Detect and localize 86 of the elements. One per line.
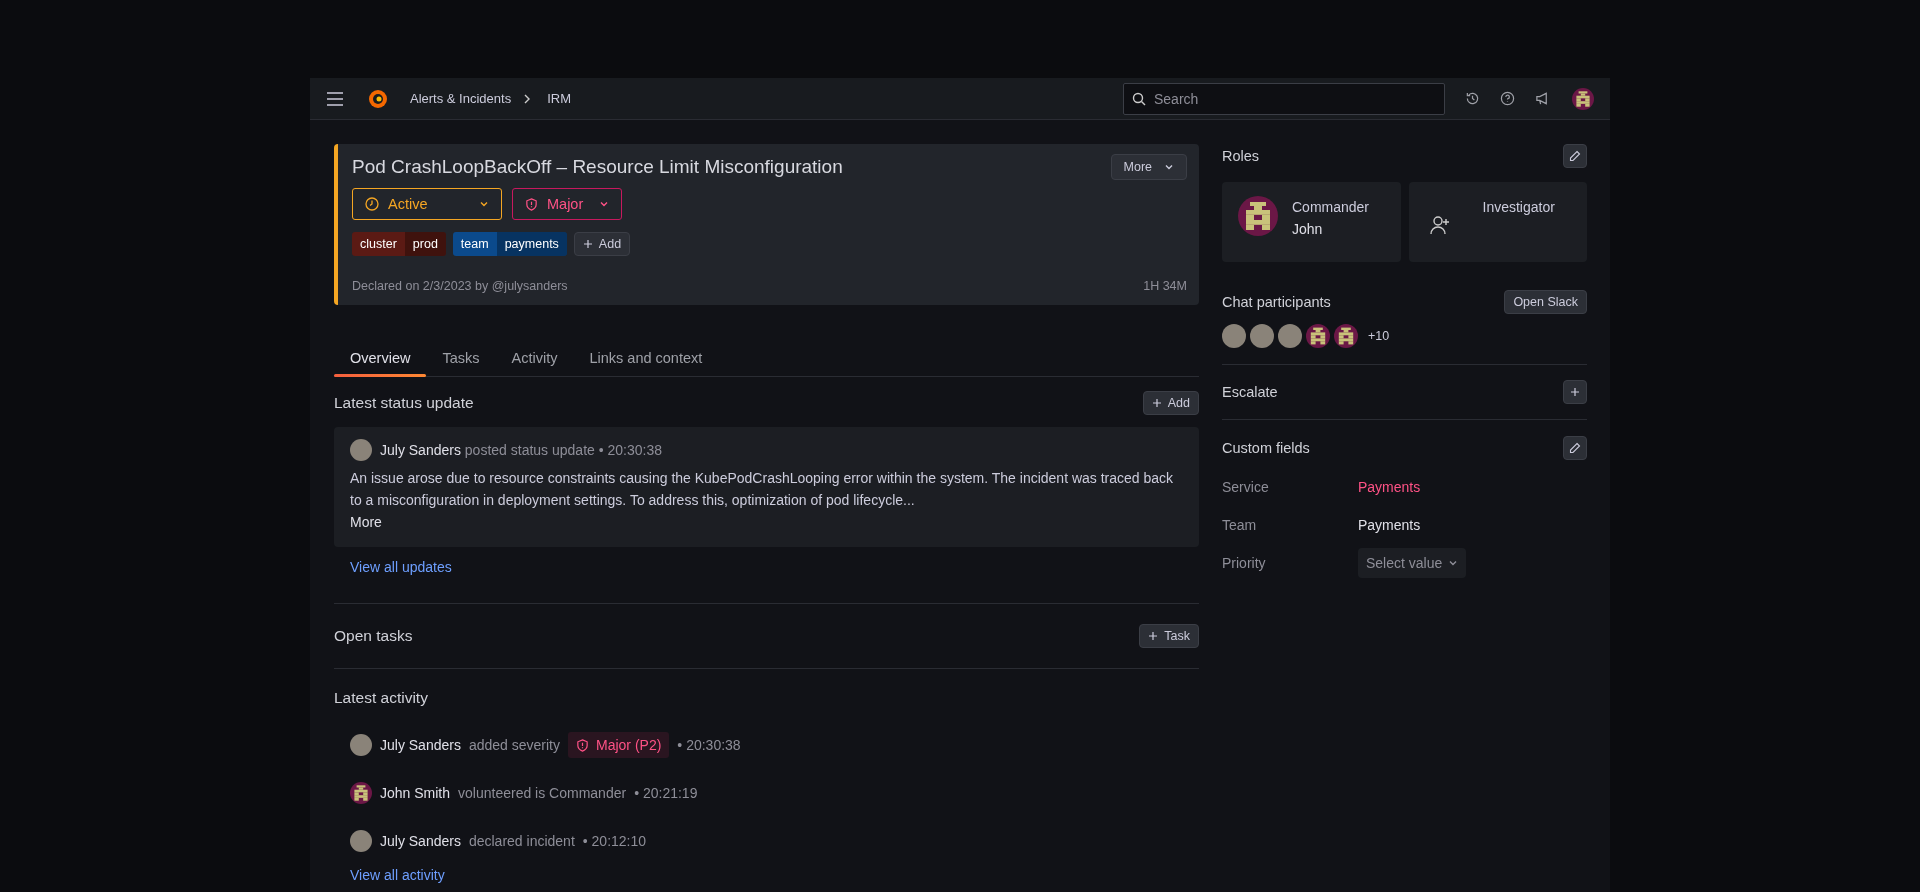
activity-author: July Sanders xyxy=(380,737,461,753)
edit-fields-button[interactable] xyxy=(1563,436,1587,460)
megaphone-icon[interactable] xyxy=(1535,91,1550,106)
breadcrumb-link[interactable]: IRM xyxy=(547,91,571,106)
label-tag: team payments xyxy=(452,232,567,256)
avatar-photo-placeholder xyxy=(350,830,372,852)
activity-author: July Sanders xyxy=(380,833,461,849)
shield-icon xyxy=(576,738,589,752)
open-slack-button[interactable]: Open Slack xyxy=(1504,290,1587,314)
chevron-right-icon xyxy=(523,93,532,104)
update-text: An issue arose due to resource constraints causing the KubePodCrashLooping error within the system. The incident was traced back to a misconfiguration in deployment settings. To address this, optimization of pod lifecycle... xyxy=(350,469,1175,510)
more-button[interactable]: More xyxy=(1110,154,1187,180)
section-heading: Latest activity xyxy=(334,689,428,706)
severity-dropdown[interactable]: Major xyxy=(512,188,622,220)
avatar-photo-placeholder xyxy=(350,439,372,461)
field-label: Service xyxy=(1222,479,1270,495)
plus-icon xyxy=(1148,631,1159,641)
status-dropdown[interactable]: Active xyxy=(352,188,502,220)
chevron-down-icon xyxy=(479,199,489,209)
tab[interactable]: Links and context xyxy=(573,339,719,376)
breadcrumb-link[interactable]: Alerts & Incidents xyxy=(410,91,512,106)
section-heading: Custom fields xyxy=(1222,440,1310,456)
chevron-down-icon xyxy=(1448,558,1459,568)
activity-action: declared incident xyxy=(468,833,575,849)
avatar-photo-placeholder xyxy=(350,734,372,756)
tab[interactable]: Tasks xyxy=(426,339,496,376)
chevron-down-icon xyxy=(1164,162,1174,172)
plus-icon xyxy=(1151,398,1162,408)
pencil-icon xyxy=(1569,442,1581,454)
avatar-photo-placeholder xyxy=(1278,324,1302,348)
more-link[interactable]: More xyxy=(350,511,382,533)
section-heading: Escalate xyxy=(1222,384,1278,400)
activity-time: • 20:12:10 xyxy=(582,833,647,849)
role-title: Commander xyxy=(1292,198,1370,216)
identicon-avatar-icon xyxy=(1306,324,1330,348)
activity-author: John Smith xyxy=(380,785,451,801)
view-all-activity-link[interactable]: View all activity xyxy=(350,867,445,883)
identicon-avatar-icon xyxy=(1238,196,1278,236)
history-icon[interactable] xyxy=(1465,91,1480,106)
view-all-updates-link[interactable]: View all updates xyxy=(350,559,452,575)
role-assignee: John xyxy=(1292,220,1324,238)
field-label: Team xyxy=(1222,517,1258,533)
field-link[interactable]: Payments xyxy=(1358,479,1587,495)
activity-action: added severity xyxy=(468,737,560,753)
chevron-down-icon xyxy=(599,199,609,209)
menu-icon[interactable] xyxy=(326,91,344,106)
activity-time: • 20:30:38 xyxy=(677,737,741,753)
edit-roles-button[interactable] xyxy=(1563,144,1587,168)
tab[interactable]: Activity xyxy=(495,339,574,376)
plus-icon xyxy=(582,239,593,249)
help-icon[interactable] xyxy=(1500,91,1515,106)
activity-time: • 20:21:19 xyxy=(634,785,698,801)
tab[interactable]: Overview xyxy=(334,339,427,376)
duration-text: 1H 34M xyxy=(1143,279,1187,293)
incident-title: Pod CrashLoopBackOff – Resource Limit Misconfiguration xyxy=(352,156,844,178)
section-heading: Latest status update xyxy=(334,394,474,412)
identicon-avatar-icon xyxy=(1334,324,1358,348)
section-heading: Open tasks xyxy=(334,627,413,645)
search-field[interactable]: Search xyxy=(1123,82,1445,115)
identicon-avatar-icon xyxy=(1572,87,1594,110)
role-card[interactable]: Investigator xyxy=(1408,182,1587,262)
add-update-button[interactable]: Add xyxy=(1142,391,1199,415)
field-value: Payments xyxy=(1358,517,1422,533)
activity-action: volunteered is Commander xyxy=(458,785,627,801)
pencil-icon xyxy=(1569,150,1581,162)
field-label: Priority xyxy=(1222,555,1267,571)
select-dropdown[interactable]: Select value xyxy=(1358,548,1467,578)
avatar-photo-placeholder xyxy=(1222,324,1246,348)
role-title: Investigator xyxy=(1482,198,1555,216)
declared-text: Declared on 2/3/2023 by @julysanders xyxy=(352,279,568,293)
add-label-button[interactable]: Add xyxy=(573,232,631,256)
plus-icon xyxy=(1570,387,1580,397)
identicon-avatar-icon xyxy=(350,782,372,804)
add-user-icon xyxy=(1428,214,1451,236)
escalate-button[interactable] xyxy=(1563,380,1587,404)
severity-badge: Major (P2) xyxy=(568,732,670,758)
section-heading: Chat participants xyxy=(1222,294,1331,310)
section-heading: Roles xyxy=(1222,148,1260,164)
participant-count: +10 xyxy=(1368,329,1390,343)
avatar-photo-placeholder xyxy=(1250,324,1274,348)
add-task-button[interactable]: Task xyxy=(1139,624,1199,648)
update-author-line: July Sanders posted status update • 20:30:38 xyxy=(380,441,662,460)
role-card[interactable]: Commander John xyxy=(1222,182,1401,262)
shield-icon xyxy=(525,197,538,211)
label-tag: cluster prod xyxy=(352,232,446,256)
clock-icon xyxy=(365,197,379,211)
